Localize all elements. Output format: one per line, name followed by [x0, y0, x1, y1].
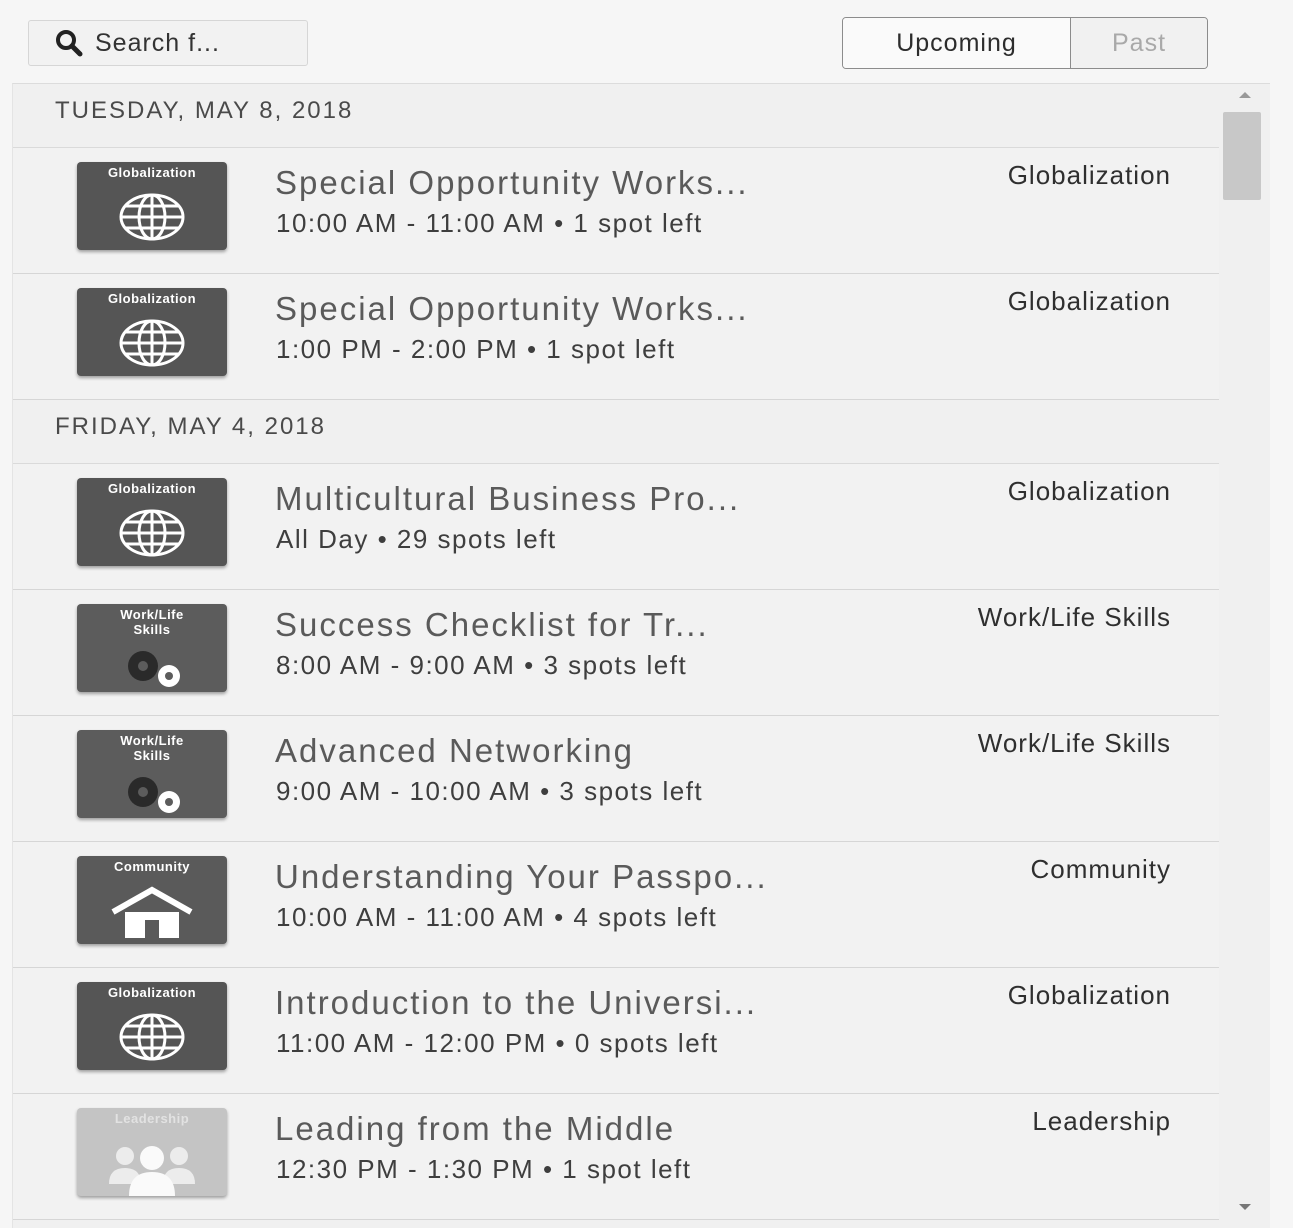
day-header: TUESDAY, MAY 8, 2018 [13, 84, 1219, 148]
event-meta: 1:00 PM - 2:00 PM • 1 spot left [276, 334, 676, 364]
people-icon [109, 1146, 195, 1196]
event-item[interactable]: Globalization Introduction to the Univer… [13, 968, 1219, 1094]
search-box[interactable] [28, 20, 308, 66]
scrollbar[interactable] [1219, 84, 1270, 1228]
event-meta: 12:30 PM - 1:30 PM • 1 spot left [276, 1154, 692, 1184]
past-button[interactable]: Past [1071, 18, 1207, 68]
event-category: Work/Life Skills [977, 602, 1171, 632]
event-item[interactable]: Globalization Multicultural Business Pro… [13, 464, 1219, 590]
upcoming-past-toggle: Upcoming Past [842, 17, 1208, 69]
globalization-thumbnail: Globalization [77, 982, 227, 1070]
event-category: Globalization [1007, 160, 1171, 190]
event-title: Introduction to the Universi... [275, 984, 758, 1021]
event-title: Multicultural Business Pro... [275, 480, 741, 517]
event-title: Leading from the Middle [275, 1110, 676, 1147]
thumbnail-label: Work/Life Skills [120, 733, 184, 763]
thumbnail-label: Leadership [114, 1111, 190, 1126]
globalization-thumbnail: Globalization [77, 162, 227, 250]
leadership-thumbnail: Leadership [77, 1108, 227, 1196]
event-item[interactable]: Work/Life Skills Advanced Networking 9:0… [13, 716, 1219, 842]
scroll-up-arrow-icon[interactable] [1239, 92, 1251, 98]
worklife-thumbnail: Work/Life Skills [77, 604, 227, 692]
event-category: Globalization [1007, 286, 1171, 316]
globalization-thumbnail: Globalization [77, 288, 227, 376]
thumbnail-label: Globalization [107, 985, 197, 1000]
day-header: FRIDAY, MAY 4, 2018 [13, 400, 1219, 464]
events-panel[interactable]: TUESDAY, MAY 8, 2018 Globalization Speci… [12, 83, 1270, 1228]
event-item[interactable]: Leadership Leading from the Middle 12:30… [13, 1094, 1219, 1220]
thumbnail-label: Globalization [107, 481, 197, 496]
event-title: Special Opportunity Works... [275, 290, 749, 327]
event-title: Special Opportunity Works... [275, 164, 749, 201]
globe-icon [119, 1013, 185, 1061]
event-list: TUESDAY, MAY 8, 2018 Globalization Speci… [13, 84, 1219, 1220]
event-title: Advanced Networking [275, 732, 635, 769]
event-meta: All Day • 29 spots left [276, 524, 557, 554]
event-item[interactable]: Globalization Special Opportunity Works.… [13, 274, 1219, 400]
house-icon [111, 886, 193, 938]
event-meta: 10:00 AM - 11:00 AM • 4 spots left [276, 902, 718, 932]
search-icon [56, 30, 83, 57]
event-meta: 11:00 AM - 12:00 PM • 0 spots left [276, 1028, 719, 1058]
thumbnail-label: Globalization [107, 291, 197, 306]
event-meta: 8:00 AM - 9:00 AM • 3 spots left [276, 650, 688, 680]
gears-icon [128, 777, 180, 813]
worklife-thumbnail: Work/Life Skills [77, 730, 227, 818]
event-category: Work/Life Skills [977, 728, 1171, 758]
event-category: Globalization [1007, 980, 1171, 1010]
event-item[interactable]: Globalization Special Opportunity Works.… [13, 148, 1219, 274]
event-category: Globalization [1007, 476, 1171, 506]
top-bar: Upcoming Past [0, 0, 1293, 80]
globalization-thumbnail: Globalization [77, 478, 227, 566]
globe-icon [119, 193, 185, 241]
event-title: Understanding Your Passpo... [275, 858, 768, 895]
thumbnail-label: Community [114, 859, 190, 874]
event-category: Community [1030, 854, 1171, 884]
thumbnail-label: Globalization [107, 165, 197, 180]
search-input[interactable] [95, 28, 295, 58]
event-item[interactable]: Community Understanding Your Passpo... 1… [13, 842, 1219, 968]
thumbnail-label: Work/Life Skills [120, 607, 184, 637]
gears-icon [128, 651, 180, 687]
scroll-thumb[interactable] [1223, 112, 1261, 200]
event-meta: 9:00 AM - 10:00 AM • 3 spots left [276, 776, 704, 806]
event-meta: 10:00 AM - 11:00 AM • 1 spot left [276, 208, 703, 238]
scroll-down-arrow-icon[interactable] [1239, 1204, 1251, 1210]
community-thumbnail: Community [77, 856, 227, 944]
event-category: Leadership [1032, 1106, 1171, 1136]
event-title: Success Checklist for Tr... [275, 606, 709, 643]
globe-icon [119, 509, 185, 557]
upcoming-button[interactable]: Upcoming [843, 18, 1071, 68]
globe-icon [119, 319, 185, 367]
event-item[interactable]: Work/Life Skills Success Checklist for T… [13, 590, 1219, 716]
